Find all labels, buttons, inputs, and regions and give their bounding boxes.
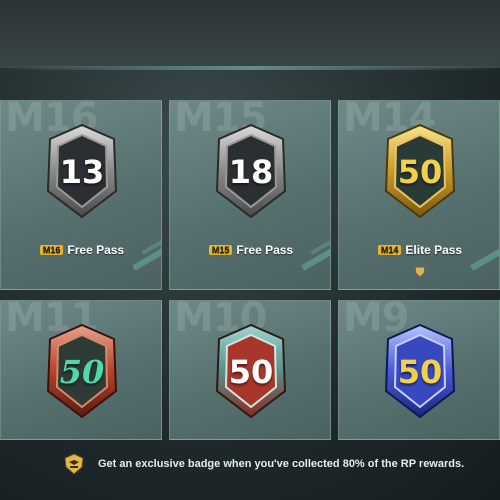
badge-emblem: 13 <box>42 121 122 221</box>
badge-number: 50 <box>397 353 443 391</box>
badge-card-m15[interactable]: M15 18 M15 Free Pass <box>169 100 331 290</box>
pass-label: M16 Free Pass <box>1 243 161 257</box>
top-banner <box>0 0 500 68</box>
badge-emblem: 50 <box>380 321 460 421</box>
footer-message: Get an exclusive badge when you've colle… <box>98 458 465 470</box>
badge-emblem: 50 <box>42 321 122 421</box>
rp-emblem-icon: ⛊ <box>415 265 425 279</box>
badge-number: 18 <box>228 153 274 191</box>
rp-emblem-icon <box>62 452 86 476</box>
badge-card-m10[interactable]: M10 50 <box>169 300 331 440</box>
season-tag: M16 <box>39 245 64 255</box>
badge-card-m11[interactable]: M11 50 <box>0 300 162 440</box>
pass-name: Free Pass <box>67 243 125 257</box>
badge-number: 50 <box>397 153 443 191</box>
pass-name: Free Pass <box>236 243 294 257</box>
badge-card-m9[interactable]: M9 50 <box>338 300 500 440</box>
badge-emblem: 50 <box>211 321 291 421</box>
pass-label: M15 Free Pass <box>170 243 330 257</box>
banner-divider <box>0 66 500 70</box>
badge-emblem: 50 <box>380 121 460 221</box>
badge-card-m14[interactable]: M14 50 M14 Elite Pass ⛊ <box>338 100 500 290</box>
badge-number: 50 <box>59 353 105 391</box>
badge-card-m16[interactable]: M16 13 M16 Free Pass <box>0 100 162 290</box>
pass-name: Elite Pass <box>405 243 463 257</box>
badge-emblem: 18 <box>211 121 291 221</box>
badge-grid: M16 13 M16 Free Pass M15 18 M15 Free Pas… <box>0 100 500 440</box>
season-tag: M15 <box>208 245 233 255</box>
season-tag: M14 <box>377 245 402 255</box>
pass-label: M14 Elite Pass <box>339 243 499 257</box>
badge-number: 50 <box>228 353 274 391</box>
badge-number: 13 <box>59 153 105 191</box>
footer-notice: Get an exclusive badge when you've colle… <box>0 448 500 488</box>
